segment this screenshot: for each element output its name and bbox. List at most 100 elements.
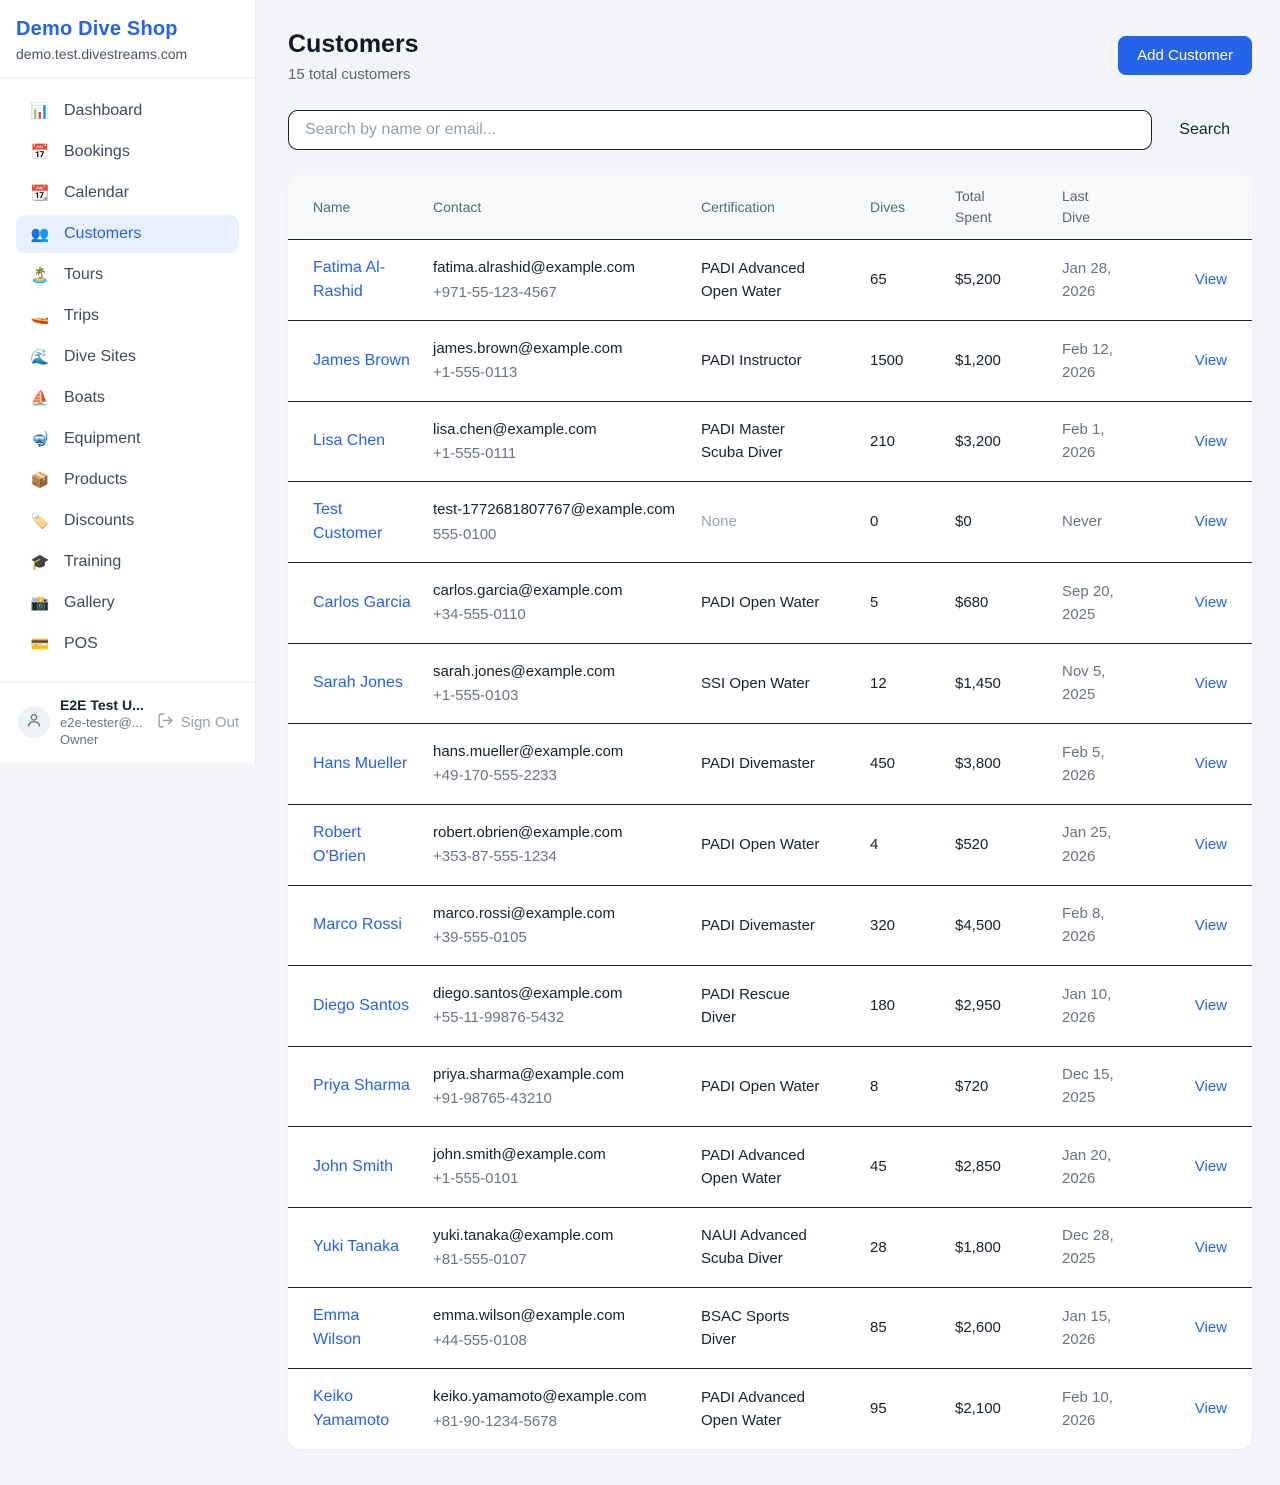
customer-phone: +34-555-0110 bbox=[433, 603, 689, 626]
customer-phone: +1-555-0101 bbox=[433, 1167, 689, 1190]
search-button[interactable]: Search bbox=[1152, 121, 1252, 139]
view-link[interactable]: View bbox=[1195, 1239, 1227, 1256]
dives-cell: 4 bbox=[870, 804, 955, 885]
sidebar-item-customers[interactable]: 👥Customers bbox=[16, 215, 239, 253]
total-spent-cell: $3,200 bbox=[955, 401, 1062, 482]
last-dive-value: Never bbox=[1062, 510, 1140, 533]
tear-off-calendar-icon: 📆 bbox=[30, 186, 50, 201]
customer-phone: +49-170-555-2233 bbox=[433, 764, 689, 787]
certification-cell: PADI Advanced Open Water bbox=[701, 240, 870, 321]
sidebar-item-trips[interactable]: 🚤Trips bbox=[16, 297, 239, 335]
certification-value: PADI Open Water bbox=[701, 833, 823, 856]
customer-name-link[interactable]: Diego Santos bbox=[313, 994, 409, 1018]
customer-name-link[interactable]: Carlos Garcia bbox=[313, 591, 411, 615]
sidebar-item-label: Discounts bbox=[64, 512, 134, 530]
last-dive-value: Feb 1, 2026 bbox=[1062, 418, 1140, 465]
sidebar-item-dashboard[interactable]: 📊Dashboard bbox=[16, 92, 239, 130]
customer-email: priya.sharma@example.com bbox=[433, 1063, 689, 1086]
column-header-cert: Certification bbox=[701, 175, 870, 240]
dives-cell: 95 bbox=[870, 1369, 955, 1450]
name-cell: Lisa Chen bbox=[288, 401, 433, 482]
sidebar-item-gallery[interactable]: 📸Gallery bbox=[16, 584, 239, 622]
customer-email: test-1772681807767@example.com bbox=[433, 498, 689, 521]
total-spent-cell: $2,850 bbox=[955, 1127, 1062, 1208]
user-section: E2E Test U... e2e-tester@... Owner Sign … bbox=[0, 682, 255, 763]
name-cell: Robert O'Brien bbox=[288, 804, 433, 885]
view-link[interactable]: View bbox=[1195, 917, 1227, 934]
certification-cell: NAUI Advanced Scuba Diver bbox=[701, 1207, 870, 1288]
view-link[interactable]: View bbox=[1195, 271, 1227, 288]
sign-out-button[interactable]: Sign Out bbox=[155, 712, 241, 733]
table-row: Priya Sharmapriya.sharma@example.com+91-… bbox=[288, 1046, 1252, 1127]
certification-value: PADI Master Scuba Diver bbox=[701, 418, 823, 465]
view-link[interactable]: View bbox=[1195, 755, 1227, 772]
main-content: Customers 15 total customers Add Custome… bbox=[256, 0, 1280, 1482]
total-spent-cell: $3,800 bbox=[955, 724, 1062, 805]
customer-name-link[interactable]: Marco Rossi bbox=[313, 913, 402, 937]
certification-value: PADI Divemaster bbox=[701, 914, 823, 937]
total-spent-cell: $680 bbox=[955, 563, 1062, 644]
last-dive-value: Jan 28, 2026 bbox=[1062, 257, 1140, 304]
search-input[interactable] bbox=[288, 110, 1152, 150]
sidebar-item-tours[interactable]: 🏝️Tours bbox=[16, 256, 239, 294]
column-header-label: Contact bbox=[433, 197, 691, 218]
avatar bbox=[18, 706, 50, 738]
sidebar-item-pos[interactable]: 💳POS bbox=[16, 625, 239, 663]
view-link[interactable]: View bbox=[1195, 1319, 1227, 1336]
add-customer-button[interactable]: Add Customer bbox=[1118, 36, 1252, 75]
customer-name-link[interactable]: Emma Wilson bbox=[313, 1304, 411, 1352]
last-dive-cell: Jan 28, 2026 bbox=[1062, 240, 1157, 321]
last-dive-cell: Feb 12, 2026 bbox=[1062, 321, 1157, 402]
customer-name-link[interactable]: Sarah Jones bbox=[313, 671, 403, 695]
name-cell: Hans Mueller bbox=[288, 724, 433, 805]
bar-chart-icon: 📊 bbox=[30, 104, 50, 119]
sidebar-item-bookings[interactable]: 📅Bookings bbox=[16, 133, 239, 171]
dives-cell: 28 bbox=[870, 1207, 955, 1288]
user-email: e2e-tester@... bbox=[60, 715, 145, 730]
name-cell: Priya Sharma bbox=[288, 1046, 433, 1127]
view-cell: View bbox=[1157, 321, 1252, 402]
view-link[interactable]: View bbox=[1195, 1078, 1227, 1095]
sidebar-item-training[interactable]: 🎓Training bbox=[16, 543, 239, 581]
certification-value: PADI Rescue Diver bbox=[701, 983, 823, 1030]
customer-name-link[interactable]: Test Customer bbox=[313, 498, 411, 546]
customer-name-link[interactable]: Yuki Tanaka bbox=[313, 1235, 399, 1259]
certification-value: PADI Advanced Open Water bbox=[701, 257, 823, 304]
customer-email: diego.santos@example.com bbox=[433, 982, 689, 1005]
view-link[interactable]: View bbox=[1195, 594, 1227, 611]
sidebar-item-label: Gallery bbox=[64, 594, 115, 612]
customer-name-link[interactable]: Lisa Chen bbox=[313, 429, 385, 453]
table-row: Yuki Tanakayuki.tanaka@example.com+81-55… bbox=[288, 1207, 1252, 1288]
customer-name-link[interactable]: James Brown bbox=[313, 349, 410, 373]
sidebar-item-equipment[interactable]: 🤿Equipment bbox=[16, 420, 239, 458]
last-dive-value: Feb 12, 2026 bbox=[1062, 338, 1140, 385]
view-link[interactable]: View bbox=[1195, 836, 1227, 853]
total-spent-cell: $2,950 bbox=[955, 966, 1062, 1047]
column-header-label: Dives bbox=[870, 197, 945, 218]
customer-email: emma.wilson@example.com bbox=[433, 1304, 689, 1327]
view-link[interactable]: View bbox=[1195, 352, 1227, 369]
last-dive-cell: Nov 5, 2025 bbox=[1062, 643, 1157, 724]
view-link[interactable]: View bbox=[1195, 675, 1227, 692]
column-header-label: Last Dive bbox=[1062, 186, 1104, 228]
certification-cell: PADI Advanced Open Water bbox=[701, 1369, 870, 1450]
customer-name-link[interactable]: Hans Mueller bbox=[313, 752, 407, 776]
certification-cell: PADI Open Water bbox=[701, 563, 870, 644]
sidebar-item-products[interactable]: 📦Products bbox=[16, 461, 239, 499]
sidebar-item-boats[interactable]: ⛵Boats bbox=[16, 379, 239, 417]
customer-name-link[interactable]: Fatima Al-Rashid bbox=[313, 256, 411, 304]
customer-name-link[interactable]: Robert O'Brien bbox=[313, 821, 411, 869]
view-link[interactable]: View bbox=[1195, 1400, 1227, 1417]
view-link[interactable]: View bbox=[1195, 997, 1227, 1014]
sidebar-item-discounts[interactable]: 🏷️Discounts bbox=[16, 502, 239, 540]
customer-name-link[interactable]: John Smith bbox=[313, 1155, 393, 1179]
view-link[interactable]: View bbox=[1195, 433, 1227, 450]
certification-value: PADI Open Water bbox=[701, 591, 823, 614]
view-link[interactable]: View bbox=[1195, 513, 1227, 530]
sidebar-item-dive-sites[interactable]: 🌊Dive Sites bbox=[16, 338, 239, 376]
view-link[interactable]: View bbox=[1195, 1158, 1227, 1175]
customer-name-link[interactable]: Keiko Yamamoto bbox=[313, 1385, 411, 1433]
sidebar-item-calendar[interactable]: 📆Calendar bbox=[16, 174, 239, 212]
certification-value: BSAC Sports Diver bbox=[701, 1305, 823, 1352]
customer-name-link[interactable]: Priya Sharma bbox=[313, 1074, 410, 1098]
